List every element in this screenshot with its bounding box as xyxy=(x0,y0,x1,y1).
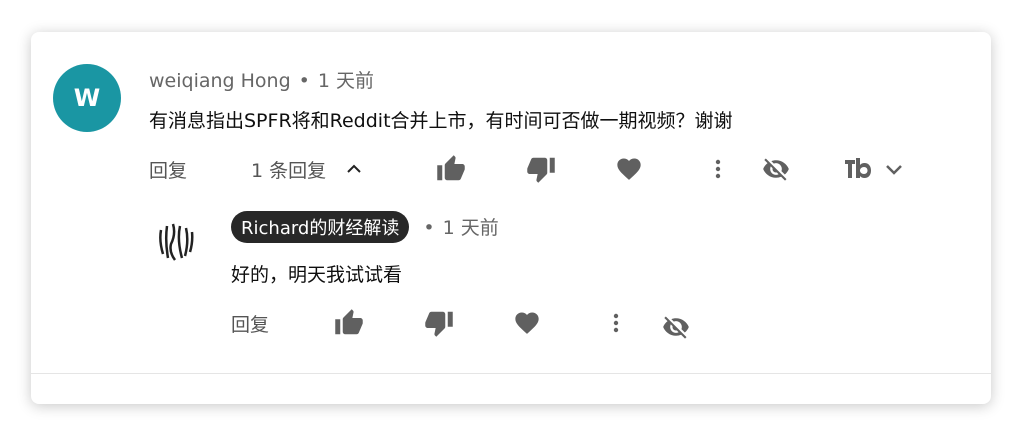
more-vert-icon xyxy=(604,308,628,338)
reply-time[interactable]: 1 天前 xyxy=(443,217,499,239)
thumb-down-icon xyxy=(525,154,557,184)
hide-icon xyxy=(761,155,791,183)
comment-actions: 回复 1 条回复 xyxy=(31,153,991,185)
heart-icon xyxy=(614,155,644,183)
comment-card: W weiqiang Hong • 1 天前 有消息指出SPFR将和Reddit合并… xyxy=(31,32,991,404)
chevron-up-icon xyxy=(346,161,362,177)
reply-header: Richard的财经解读 • 1 天前 xyxy=(231,211,499,243)
hide-icon xyxy=(661,313,691,341)
separator-dot: • xyxy=(298,70,310,92)
comment-time[interactable]: 1 天前 xyxy=(318,70,374,92)
comment-header: weiqiang Hong • 1 天前 xyxy=(149,66,374,93)
reply-label: 回复 xyxy=(149,159,188,182)
divider xyxy=(31,373,991,374)
reply-actions: 回复 xyxy=(31,307,991,339)
tubebuddy-icon xyxy=(843,154,879,184)
tubebuddy-button[interactable] xyxy=(843,153,903,185)
reply-heart-button[interactable] xyxy=(512,307,542,339)
reply-avatar[interactable] xyxy=(149,214,203,268)
hide-button[interactable] xyxy=(761,153,791,185)
reply-dislike-button[interactable] xyxy=(423,307,455,339)
replies-count: 1 条回复 xyxy=(251,159,327,182)
view-replies-button[interactable]: 1 条回复 xyxy=(251,153,362,185)
comment-text: 有消息指出SPFR将和Reddit合并上市，有时间可否做一期视频？谢谢 xyxy=(149,110,733,132)
reply-more-options-button[interactable] xyxy=(604,307,628,339)
reply-like-button[interactable] xyxy=(333,307,365,339)
chevron-down-icon xyxy=(885,161,903,177)
reply-author-badge[interactable]: Richard的财经解读 xyxy=(231,211,410,243)
avatar[interactable]: W xyxy=(53,64,121,132)
more-vert-icon xyxy=(706,154,730,184)
reply-hide-button[interactable] xyxy=(661,311,691,343)
more-options-button[interactable] xyxy=(706,153,730,185)
reply-label: 回复 xyxy=(231,313,270,336)
heart-button[interactable] xyxy=(614,153,644,185)
thumb-up-icon xyxy=(333,308,365,338)
thumb-down-icon xyxy=(423,308,455,338)
dislike-button[interactable] xyxy=(525,153,557,185)
thumb-up-icon xyxy=(435,154,467,184)
author-name[interactable]: weiqiang Hong xyxy=(149,70,291,92)
separator-dot: • xyxy=(423,217,435,239)
heart-icon xyxy=(512,309,542,337)
avatar-letter: W xyxy=(73,84,101,112)
reply-reply-button[interactable]: 回复 xyxy=(231,307,269,339)
like-button[interactable] xyxy=(435,153,467,185)
reply-text: 好的，明天我试试看 xyxy=(231,264,403,286)
reply-button[interactable]: 回复 xyxy=(149,153,187,185)
